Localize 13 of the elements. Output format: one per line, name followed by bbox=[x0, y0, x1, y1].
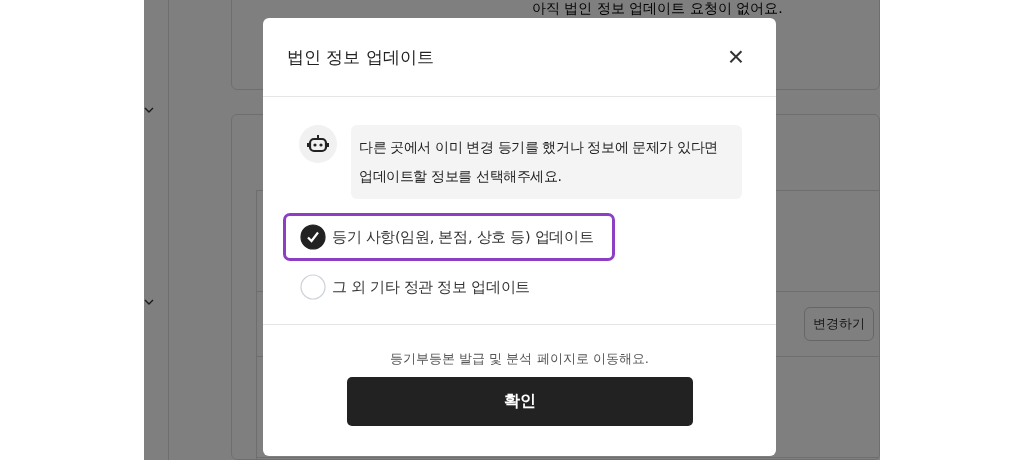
dialog-title: 법인 정보 업데이트 bbox=[287, 45, 434, 69]
close-button[interactable]: × bbox=[723, 43, 748, 71]
empty-notice: 아직 법인 정보 업데이트 요청이 없어요. bbox=[532, 1, 783, 16]
option-item[interactable]: 등기 사항(임원, 본점, 상호 등) 업데이트 bbox=[283, 213, 615, 261]
checkbox[interactable] bbox=[300, 224, 326, 250]
confirm-button[interactable]: 확인 bbox=[346, 377, 693, 426]
chevron-icon[interactable] bbox=[144, 106, 154, 114]
robot-icon bbox=[299, 125, 337, 163]
option-item[interactable]: 그 외 기타 정관 정보 업데이트 bbox=[283, 263, 615, 311]
message-bubble: 다른 곳에서 이미 변경 등기를 했거나 정보에 문제가 있다면 업데이트할 정보를 선택해주세요. bbox=[351, 125, 742, 199]
change-button[interactable]: 변경하기 bbox=[804, 307, 874, 341]
chevron-icon[interactable] bbox=[144, 298, 154, 306]
footer-note: 등기부등본 발급 및 분석 페이지로 이동해요. bbox=[390, 350, 649, 368]
